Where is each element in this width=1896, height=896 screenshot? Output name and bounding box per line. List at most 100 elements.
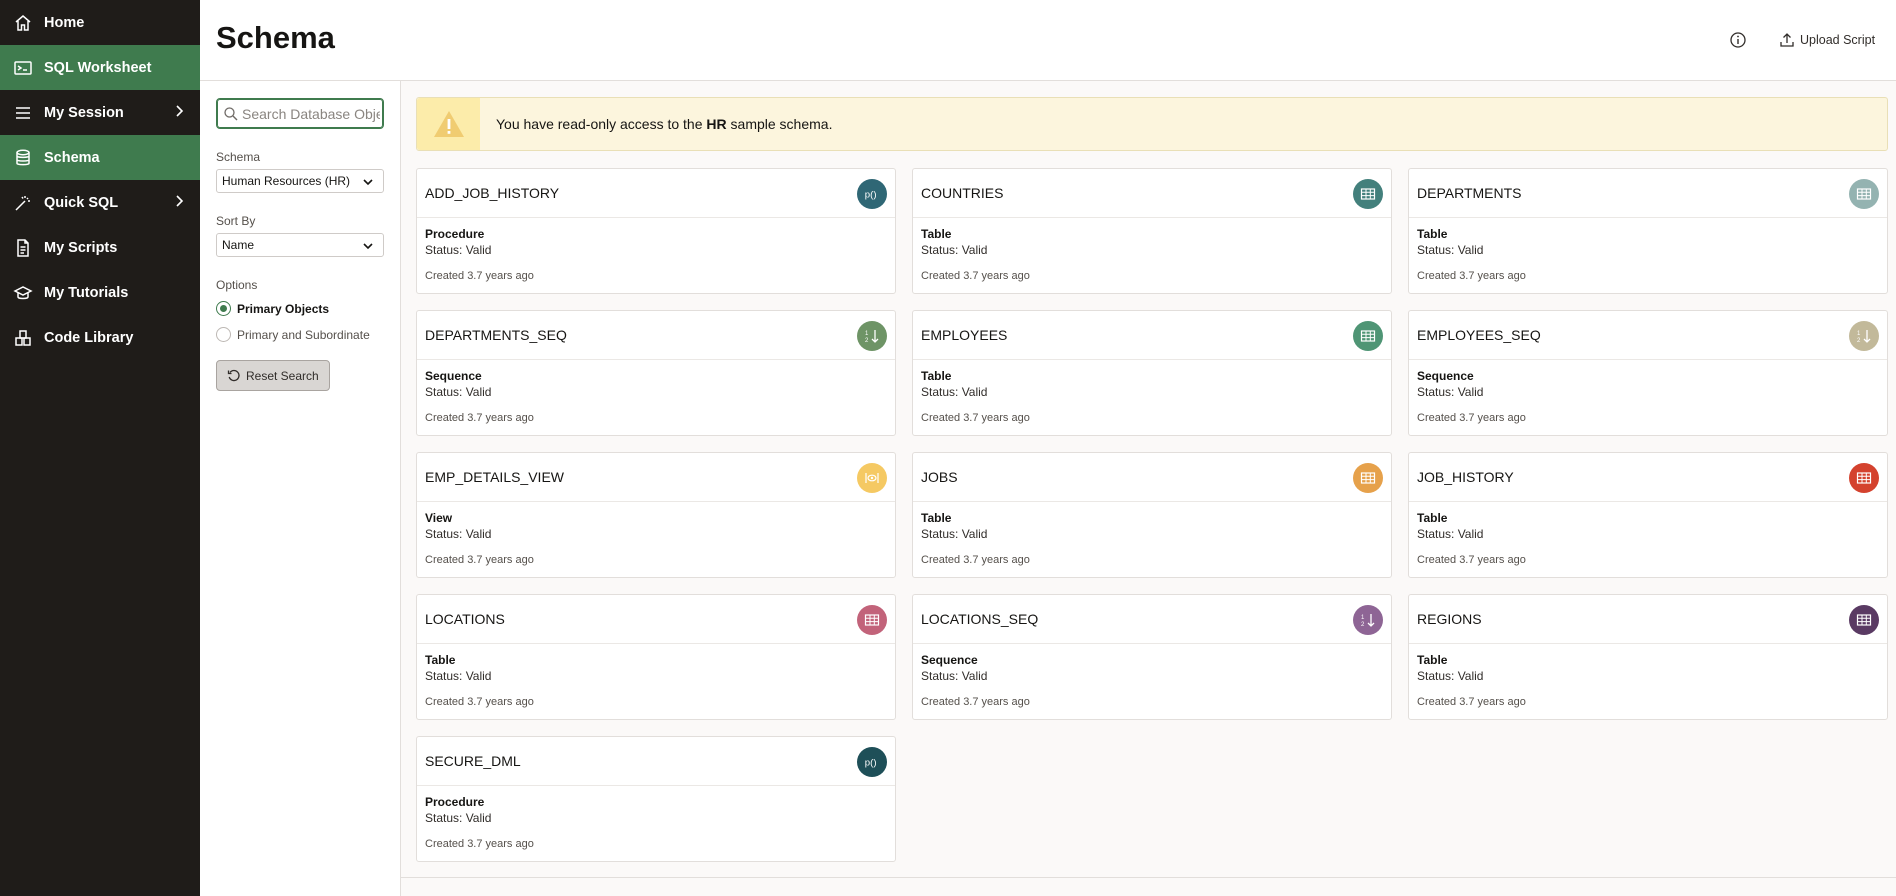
card-header: EMPLOYEES xyxy=(913,311,1391,360)
card-header: EMP_DETAILS_VIEW xyxy=(417,453,895,502)
search-input[interactable] xyxy=(242,105,380,122)
read-only-alert: You have read-only access to the HR samp… xyxy=(416,97,1888,151)
sequence-icon: 12 xyxy=(1849,321,1879,351)
object-type: View xyxy=(425,511,453,525)
object-created: Created 3.7 years ago xyxy=(425,554,534,566)
object-card[interactable]: REGIONS Table Status: Valid Created 3.7 yea… xyxy=(1408,594,1888,720)
nav-item-schema[interactable]: Schema xyxy=(0,135,200,180)
nav-item-my-session[interactable]: My Session xyxy=(0,90,200,135)
schema-select[interactable]: Human Resources (HR) xyxy=(216,169,384,193)
radio-primary-objects[interactable]: Primary Objects xyxy=(216,301,329,316)
sort-by-select[interactable]: Name xyxy=(216,233,384,257)
reset-icon xyxy=(227,369,240,381)
nav-item-home[interactable]: Home xyxy=(0,0,200,45)
object-type: Procedure xyxy=(425,795,485,809)
object-name: JOBS xyxy=(921,469,958,485)
object-status: Status: Valid xyxy=(1417,385,1484,399)
content-divider xyxy=(401,877,1896,878)
card-header: DEPARTMENTS xyxy=(1409,169,1887,218)
object-type: Table xyxy=(1417,227,1448,241)
nav-item-label: My Scripts xyxy=(44,239,118,256)
reset-search-label: Reset Search xyxy=(246,368,319,383)
object-card[interactable]: DEPARTMENTS Table Status: Valid Created 3.7… xyxy=(1408,168,1888,294)
object-name: COUNTRIES xyxy=(921,185,1004,201)
blocks-icon xyxy=(12,327,34,349)
object-name: REGIONS xyxy=(1417,611,1482,627)
upload-script-label: Upload Script xyxy=(1800,33,1876,47)
object-name: SECURE_DML xyxy=(425,753,521,769)
object-name: EMPLOYEES xyxy=(921,327,1008,343)
nav-item-code-library[interactable]: Code Library xyxy=(0,315,200,360)
object-name: ADD_JOB_HISTORY xyxy=(425,185,560,201)
search-icon xyxy=(224,106,238,120)
info-button[interactable] xyxy=(1729,31,1749,51)
card-header: ADD_JOB_HISTORY p() xyxy=(417,169,895,218)
object-card[interactable]: JOBS Table Status: Valid Created 3.7 years … xyxy=(912,452,1392,578)
object-card[interactable]: DEPARTMENTS_SEQ 1 2 Sequence Status: Valid Cr… xyxy=(416,310,896,436)
object-card[interactable]: COUNTRIES Table Status: Valid Created 3.7 y… xyxy=(912,168,1392,294)
upload-script-button[interactable]: Upload Script xyxy=(1779,32,1875,48)
schema-select-value: Human Resources (HR) xyxy=(222,174,351,188)
sort-by-label: Sort By xyxy=(216,214,256,228)
nav-item-quick-sql[interactable]: Quick SQL xyxy=(0,180,200,225)
object-type: Sequence xyxy=(1417,369,1474,383)
object-card[interactable]: SECURE_DML p() Procedure Status: Valid Creat… xyxy=(416,736,896,862)
page-header: Schema Upload Script xyxy=(200,0,1896,81)
search-field[interactable] xyxy=(216,98,384,129)
object-card[interactable]: JOB_HISTORY Table Status: Valid Created 3.7… xyxy=(1408,452,1888,578)
nav-item-label: My Tutorials xyxy=(44,284,129,301)
object-card[interactable]: ADD_JOB_HISTORY p() Procedure Status: Valid… xyxy=(416,168,896,294)
object-status: Status: Valid xyxy=(1417,527,1484,541)
object-type: Table xyxy=(1417,653,1448,667)
object-status: Status: Valid xyxy=(921,669,988,683)
nav-item-label: Schema xyxy=(44,149,100,166)
object-type: Table xyxy=(425,653,456,667)
object-card[interactable]: LOCATIONS_SEQ 1 2 Sequence Status: Valid Crea… xyxy=(912,594,1392,720)
table-icon xyxy=(1353,321,1383,351)
object-created: Created 3.7 years ago xyxy=(921,554,1030,566)
radio-label: Primary and Subordinate xyxy=(237,327,370,342)
sequence-icon: 12 xyxy=(1353,605,1383,635)
svg-text:2: 2 xyxy=(865,338,869,344)
object-status: Status: Valid xyxy=(425,811,492,825)
nav-item-sql-worksheet[interactable]: SQL Worksheet xyxy=(0,45,200,90)
view-icon xyxy=(857,463,887,493)
card-header: DEPARTMENTS_SEQ 1 2 xyxy=(417,311,895,360)
object-card[interactable]: EMPLOYEES Table Status: Valid Created 3.7 y… xyxy=(912,310,1392,436)
table-icon xyxy=(1353,179,1383,209)
warning-icon xyxy=(433,111,464,137)
object-card[interactable]: LOCATIONS Table Status: Valid Created 3.7 y… xyxy=(416,594,896,720)
object-status: Status: Valid xyxy=(425,243,492,257)
object-type: Sequence xyxy=(921,653,978,667)
object-type: Sequence xyxy=(425,369,482,383)
object-status: Status: Valid xyxy=(1417,669,1484,683)
sequence-icon: 12 xyxy=(857,321,887,351)
info-icon xyxy=(1730,32,1746,48)
object-type: Procedure xyxy=(425,227,485,241)
upload-icon xyxy=(1780,33,1794,47)
object-card[interactable]: EMPLOYEES_SEQ 1 2 Sequence Status: Valid Crea… xyxy=(1408,310,1888,436)
svg-text:1: 1 xyxy=(865,331,869,337)
nav-item-my-tutorials[interactable]: My Tutorials xyxy=(0,270,200,315)
radio-button[interactable] xyxy=(216,327,231,342)
chevron-down-icon xyxy=(363,176,373,186)
reset-search-button[interactable]: Reset Search xyxy=(216,360,330,391)
radio-primary-and-subordinate[interactable]: Primary and Subordinate xyxy=(216,327,370,342)
chevron-down-icon xyxy=(363,240,373,250)
nav-item-label: SQL Worksheet xyxy=(44,59,152,76)
radio-label: Primary Objects xyxy=(237,301,330,316)
radio-button-selected[interactable] xyxy=(216,301,231,316)
page-title: Schema xyxy=(216,20,335,55)
procedure-icon: p() xyxy=(857,179,887,209)
object-created: Created 3.7 years ago xyxy=(425,696,534,708)
sort-by-select-value: Name xyxy=(222,238,255,252)
nav-item-my-scripts[interactable]: My Scripts xyxy=(0,225,200,270)
object-status: Status: Valid xyxy=(921,527,988,541)
object-status: Status: Valid xyxy=(921,243,988,257)
object-card[interactable]: EMP_DETAILS_VIEW View Status: Valid Created… xyxy=(416,452,896,578)
object-name: LOCATIONS_SEQ xyxy=(921,611,1039,627)
graduation-cap-icon xyxy=(12,282,34,304)
side-navigation: Home SQL Worksheet My Session Schema Qui… xyxy=(0,0,200,896)
alert-icon-container xyxy=(417,98,480,150)
object-created: Created 3.7 years ago xyxy=(1417,412,1526,424)
